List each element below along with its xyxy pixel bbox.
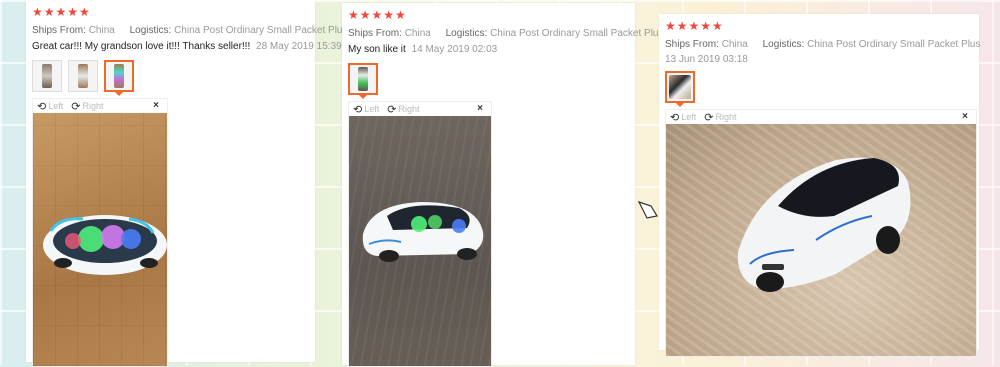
shipping-info: Ships From: China Logistics: China Post … bbox=[348, 28, 663, 39]
ships-from-label: Ships From: bbox=[665, 39, 719, 50]
review-photo bbox=[666, 124, 976, 356]
logistics-value: China Post Ordinary Small Packet Plus bbox=[807, 39, 981, 50]
shipping-info: Ships From: China Logistics: China Post … bbox=[32, 25, 347, 36]
photo-thumbnails bbox=[665, 71, 973, 107]
shipping-info: Ships From: China Logistics: China Post … bbox=[665, 39, 980, 50]
photo-thumbnail-selected[interactable] bbox=[104, 60, 134, 96]
rotate-right-icon[interactable]: ⟳ bbox=[387, 103, 396, 116]
photo-viewer: ⟲ Left ⟳ Right × bbox=[32, 98, 168, 367]
rotate-right-button[interactable]: Right bbox=[715, 112, 736, 122]
pointer-cursor-icon bbox=[637, 200, 658, 219]
review-photo bbox=[349, 116, 491, 366]
toy-car-image bbox=[43, 215, 167, 275]
review-date: 28 May 2019 15:39 bbox=[256, 41, 342, 52]
logistics-value: China Post Ordinary Small Packet Plus bbox=[490, 28, 664, 39]
close-viewer-button[interactable]: × bbox=[477, 102, 483, 116]
photo-viewer: ⟲ Left ⟳ Right × bbox=[665, 109, 977, 357]
rating-stars: ★★★★★ bbox=[32, 5, 91, 19]
rotate-left-button[interactable]: Left bbox=[364, 104, 379, 114]
rating-stars: ★★★★★ bbox=[665, 19, 724, 33]
logistics-label: Logistics: bbox=[445, 28, 488, 39]
rotate-left-icon[interactable]: ⟲ bbox=[353, 103, 362, 116]
review-date: 14 May 2019 02:03 bbox=[411, 44, 498, 55]
viewer-toolbar: ⟲ Left ⟳ Right × bbox=[349, 102, 491, 116]
photo-thumbnail-selected[interactable] bbox=[348, 63, 378, 99]
logistics-label: Logistics: bbox=[762, 39, 805, 50]
photo-thumbnail[interactable] bbox=[68, 60, 98, 92]
logistics-label: Logistics: bbox=[129, 25, 172, 36]
photo-viewer: ⟲ Left ⟳ Right × bbox=[348, 101, 492, 367]
ships-from-value: China bbox=[404, 28, 431, 39]
viewer-toolbar: ⟲ Left ⟳ Right × bbox=[33, 99, 167, 113]
photo-thumbnails bbox=[32, 60, 309, 96]
review-card-1: ★★★★★ Ships From: China Logistics: China… bbox=[26, 0, 347, 367]
logistics-value: China Post Ordinary Small Packet Plus bbox=[174, 25, 348, 36]
ships-from-label: Ships From: bbox=[348, 28, 402, 39]
photo-thumbnail[interactable] bbox=[32, 60, 62, 92]
close-viewer-button[interactable]: × bbox=[962, 110, 968, 124]
comment-text: Great car!!! My grandson love it!!! Than… bbox=[32, 41, 251, 52]
review-card-2: ★★★★★ Ships From: China Logistics: China… bbox=[342, 3, 663, 367]
review-date: 13 Jun 2019 03:18 bbox=[665, 54, 748, 65]
viewer-toolbar: ⟲ Left ⟳ Right × bbox=[666, 110, 976, 124]
review-card-3: ★★★★★ Ships From: China Logistics: China… bbox=[659, 14, 980, 357]
rotate-left-button[interactable]: Left bbox=[48, 101, 63, 111]
review-photo bbox=[33, 113, 167, 366]
ships-from-label: Ships From: bbox=[32, 25, 86, 36]
rotate-left-icon[interactable]: ⟲ bbox=[37, 100, 46, 113]
toy-car-image bbox=[737, 157, 911, 292]
comment-text: My son like it bbox=[348, 44, 406, 55]
ships-from-value: China bbox=[721, 39, 748, 50]
photo-thumbnails bbox=[348, 63, 629, 99]
rotate-left-icon[interactable]: ⟲ bbox=[670, 111, 679, 124]
review-comment: 13 Jun 2019 03:18 bbox=[665, 54, 973, 65]
review-comment: Great car!!! My grandson love it!!! Than… bbox=[32, 41, 342, 52]
rotate-right-icon[interactable]: ⟳ bbox=[71, 100, 80, 113]
rotate-right-icon[interactable]: ⟳ bbox=[704, 111, 713, 124]
photo-thumbnail-selected[interactable] bbox=[665, 71, 695, 107]
close-viewer-button[interactable]: × bbox=[153, 99, 159, 113]
rotate-left-button[interactable]: Left bbox=[681, 112, 696, 122]
rating-stars: ★★★★★ bbox=[348, 8, 407, 22]
rotate-right-button[interactable]: Right bbox=[82, 101, 103, 111]
ships-from-value: China bbox=[88, 25, 115, 36]
toy-car-image bbox=[362, 202, 484, 262]
review-comment: My son like it 14 May 2019 02:03 bbox=[348, 44, 629, 55]
rotate-right-button[interactable]: Right bbox=[398, 104, 419, 114]
